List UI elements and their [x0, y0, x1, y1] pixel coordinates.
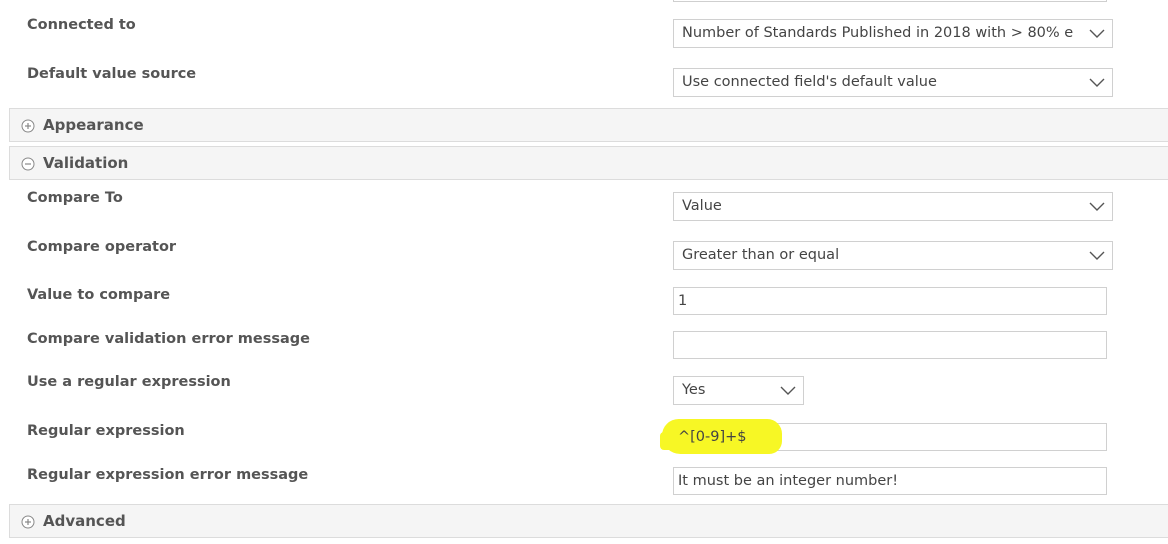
previous-field-bottom-edge	[673, 0, 1107, 2]
compare-to-label: Compare To	[27, 190, 123, 206]
use-regex-select[interactable]: Yes	[673, 376, 804, 405]
compare-error-input[interactable]	[673, 331, 1107, 359]
section-advanced[interactable]: Advanced	[9, 504, 1168, 538]
value-to-compare-input[interactable]: 1	[673, 287, 1107, 315]
chevron-down-icon	[1088, 69, 1106, 96]
minus-circle-icon	[21, 156, 35, 171]
use-regex-value: Yes	[682, 382, 706, 398]
compare-operator-label: Compare operator	[27, 239, 177, 255]
compare-operator-value: Greater than or equal	[682, 247, 840, 263]
value-to-compare-label: Value to compare	[27, 287, 171, 303]
section-validation-title: Validation	[43, 154, 129, 172]
chevron-down-icon	[1088, 193, 1106, 220]
plus-circle-icon	[21, 514, 35, 529]
regex-label: Regular expression	[27, 423, 185, 439]
compare-operator-select[interactable]: Greater than or equal	[673, 241, 1113, 270]
regex-error-input[interactable]: It must be an integer number!	[673, 467, 1107, 495]
compare-error-label: Compare validation error message	[27, 331, 310, 347]
section-advanced-title: Advanced	[43, 512, 126, 530]
chevron-down-icon	[1088, 20, 1106, 47]
section-validation[interactable]: Validation	[9, 146, 1168, 180]
default-value-source-select[interactable]: Use connected field's default value	[673, 68, 1113, 97]
regex-value: ^[0-9]+$	[678, 429, 747, 445]
regex-error-label: Regular expression error message	[27, 467, 309, 483]
chevron-down-icon	[779, 377, 797, 404]
connected-to-label: Connected to	[27, 17, 136, 33]
section-appearance-title: Appearance	[43, 116, 144, 134]
compare-to-value: Value	[682, 198, 722, 214]
section-appearance[interactable]: Appearance	[9, 108, 1168, 142]
use-regex-label: Use a regular expression	[27, 374, 231, 390]
chevron-down-icon	[1088, 242, 1106, 269]
connected-to-select[interactable]: Number of Standards Published in 2018 wi…	[673, 19, 1113, 48]
plus-circle-icon	[21, 118, 35, 133]
highlight-mark-tail	[660, 432, 680, 450]
compare-to-select[interactable]: Value	[673, 192, 1113, 221]
default-value-source-label: Default value source	[27, 66, 197, 82]
connected-to-value: Number of Standards Published in 2018 wi…	[682, 25, 1074, 41]
default-value-source-value: Use connected field's default value	[682, 74, 937, 90]
